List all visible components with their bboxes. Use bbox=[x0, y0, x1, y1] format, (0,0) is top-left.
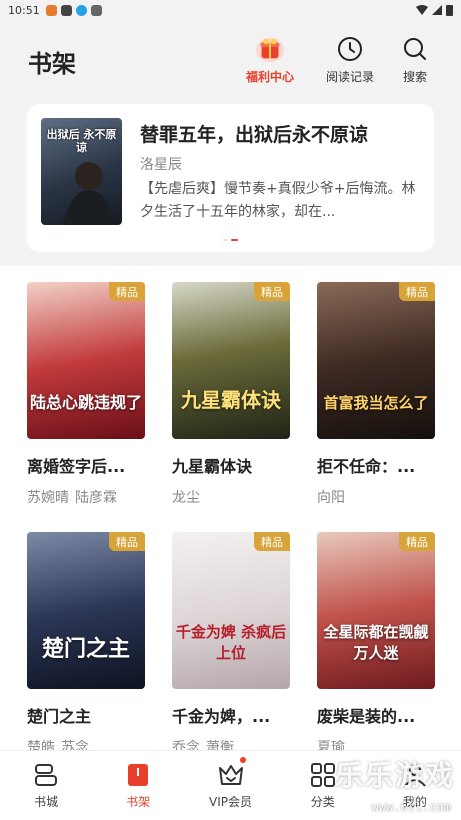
featured-book-description: 【先虐后爽】慢节奏+真假少爷+后悔流。林夕生活了十五年的林家，却在... bbox=[140, 181, 416, 220]
search-button[interactable]: 搜索 bbox=[400, 34, 430, 85]
book-author: 向阳 bbox=[317, 490, 345, 506]
book-item[interactable]: 精品 楚门之主 楚门之主 楚皓 苏念 bbox=[27, 532, 145, 757]
premium-badge: 精品 bbox=[109, 532, 145, 551]
book-cover: 精品 千金为婢 杀疯后上位 bbox=[172, 532, 290, 689]
book-cover: 精品 楚门之主 bbox=[27, 532, 145, 689]
book-cover: 精品 九星霸体诀 bbox=[172, 282, 290, 439]
nav-vip-label: VIP会员 bbox=[209, 795, 252, 809]
premium-badge: 精品 bbox=[254, 532, 290, 551]
featured-book-card[interactable]: 出狱后 永不原谅 替罪五年，出狱后永不原谅 洛星辰 【先虐后爽】慢节奏+真假少爷… bbox=[27, 104, 434, 252]
book-title: 九星霸体诀 bbox=[172, 457, 253, 476]
book-title: 千金为婢，... bbox=[172, 707, 271, 726]
app-notification-icon bbox=[45, 4, 57, 16]
reading-history-label: 阅读记录 bbox=[326, 70, 375, 84]
book-item[interactable]: 精品 九星霸体诀 九星霸体诀 龙尘 bbox=[172, 282, 290, 507]
site-watermark-url: www.6ll.com bbox=[371, 800, 451, 814]
status-time: 10:51 bbox=[8, 3, 40, 17]
search-label: 搜索 bbox=[402, 70, 427, 84]
bookshelf-icon bbox=[124, 761, 152, 789]
book-item[interactable]: 精品 千金为婢 杀疯后上位 千金为婢，... 乔念 萧衡 bbox=[172, 532, 290, 757]
featured-book-cover: 出狱后 永不原谅 bbox=[41, 118, 122, 225]
book-cover-text: 楚门之主 bbox=[41, 637, 130, 662]
status-bar: 10:51 bbox=[0, 0, 461, 20]
nav-vip[interactable]: VIP会员 bbox=[184, 751, 276, 820]
cat-notification-icon bbox=[60, 4, 72, 16]
book-author: 陆彦霖 bbox=[75, 490, 117, 506]
notification-dot bbox=[240, 757, 247, 763]
book-author: 龙尘 bbox=[172, 490, 200, 506]
book-authors: 苏婉晴 陆彦霖 bbox=[27, 487, 145, 507]
premium-badge: 精品 bbox=[254, 282, 290, 301]
premium-badge: 精品 bbox=[399, 532, 435, 551]
crown-icon bbox=[217, 761, 245, 789]
bookstore-icon bbox=[32, 761, 60, 789]
book-cover-text: 首富我当怎么了 bbox=[323, 394, 429, 412]
book-authors: 龙尘 bbox=[172, 487, 290, 507]
book-cover: 精品 陆总心跳违规了 bbox=[27, 282, 145, 439]
featured-cover-text: 出狱后 永不原谅 bbox=[46, 128, 117, 154]
book-title: 废柴是装的... bbox=[317, 707, 416, 726]
premium-badge: 精品 bbox=[109, 282, 145, 301]
book-title: 离婚签字后... bbox=[27, 457, 126, 476]
carousel-dot bbox=[223, 239, 227, 241]
battery-icon bbox=[446, 5, 453, 16]
header: 书架 福利中心 阅读记录 搜索 bbox=[0, 20, 461, 98]
featured-book-author: 洛星辰 bbox=[140, 157, 182, 173]
bluetooth-icon bbox=[75, 4, 87, 16]
welfare-center-label: 福利中心 bbox=[246, 70, 295, 84]
wifi-icon bbox=[416, 5, 428, 15]
nav-bookstore[interactable]: 书城 bbox=[0, 751, 92, 820]
book-title: 拒不任命：... bbox=[317, 457, 416, 476]
book-cover: 精品 首富我当怎么了 bbox=[317, 282, 435, 439]
book-title: 楚门之主 bbox=[27, 707, 92, 726]
shield-notification-icon bbox=[90, 4, 102, 16]
book-cover-text: 千金为婢 杀疯后上位 bbox=[175, 623, 287, 662]
carousel-indicator bbox=[223, 239, 238, 241]
book-cover-text: 全星际都在觊觎万人迷 bbox=[323, 623, 429, 662]
book-author: 苏婉晴 bbox=[27, 490, 69, 506]
site-watermark: 乐乐游戏 bbox=[334, 759, 455, 792]
carousel-dot-active bbox=[231, 239, 238, 241]
category-grid-icon bbox=[309, 761, 337, 789]
nav-bookstore-label: 书城 bbox=[34, 795, 59, 809]
page-title: 书架 bbox=[28, 50, 76, 78]
signal-icon bbox=[432, 5, 442, 15]
book-item[interactable]: 精品 陆总心跳违规了 离婚签字后... 苏婉晴 陆彦霖 bbox=[27, 282, 145, 507]
clock-icon bbox=[335, 34, 365, 64]
book-cover-text: 陆总心跳违规了 bbox=[29, 393, 142, 412]
nav-bookshelf[interactable]: 书架 bbox=[92, 751, 184, 820]
book-item[interactable]: 精品 首富我当怎么了 拒不任命：... 向阳 bbox=[317, 282, 435, 507]
premium-badge: 精品 bbox=[399, 282, 435, 301]
reading-history-button[interactable]: 阅读记录 bbox=[326, 34, 374, 85]
book-authors: 向阳 bbox=[317, 487, 435, 507]
book-cover: 精品 全星际都在觊觎万人迷 bbox=[317, 532, 435, 689]
nav-category-label: 分类 bbox=[310, 795, 335, 809]
book-cover-text: 九星霸体诀 bbox=[181, 388, 281, 412]
welfare-center-button[interactable]: 福利中心 bbox=[246, 34, 294, 85]
nav-bookshelf-label: 书架 bbox=[126, 795, 151, 809]
search-icon bbox=[400, 34, 430, 64]
gift-icon bbox=[255, 34, 285, 64]
book-item[interactable]: 精品 全星际都在觊觎万人迷 废柴是装的... 夏瑜 bbox=[317, 532, 435, 757]
featured-book-title: 替罪五年，出狱后永不原谅 bbox=[140, 124, 369, 146]
